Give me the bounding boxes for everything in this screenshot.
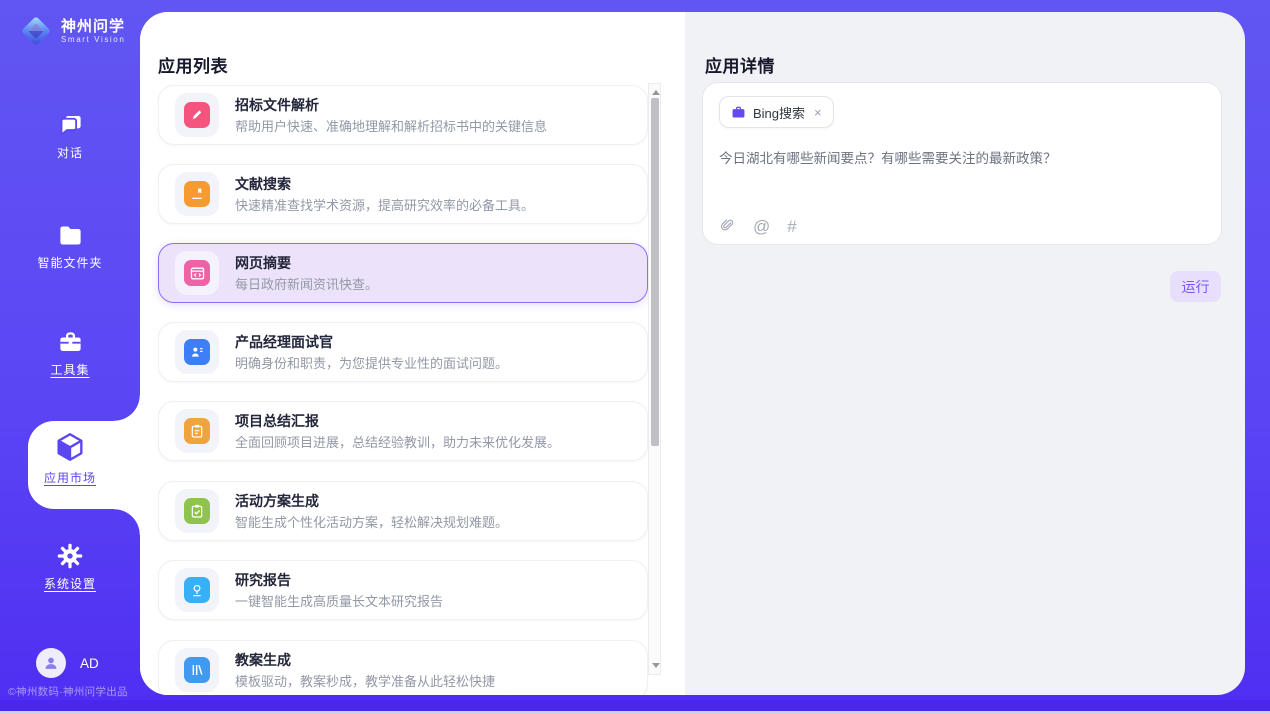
user-name: AD — [80, 656, 99, 671]
diamond-logo-icon — [18, 13, 54, 49]
sidebar-item-label: 智能文件夹 — [37, 256, 102, 270]
brand-name: 神州问学 — [61, 18, 125, 35]
list-item-bid-analysis[interactable]: 招标文件解析 帮助用户快速、准确地理解和解析招标书中的关键信息 — [158, 85, 648, 145]
attachment-toolbar: @ # — [719, 217, 797, 235]
app-title: 教案生成 — [235, 650, 291, 670]
person-icon — [41, 653, 61, 673]
app-list-panel: 应用列表 招标文件解析 帮助用户快速、准确地理解和解析招标书中的关键信息 — [140, 12, 685, 695]
app-icon-box — [175, 172, 219, 216]
question-text: 今日湖北有哪些新闻要点？有哪些需要关注的最新政策？ — [719, 149, 1199, 168]
sidebar-item-smart-folder[interactable]: 智能文件夹 — [0, 222, 140, 272]
chat-icon — [57, 112, 84, 139]
sidebar-item-label: 应用市场 — [44, 471, 96, 485]
app-frame: 神州问学 Smart Vision 对话 智能文件夹 工具 — [0, 0, 1270, 714]
sidebar: 神州问学 Smart Vision 对话 智能文件夹 工具 — [0, 0, 140, 714]
sidebar-item-label: 对话 — [57, 146, 83, 160]
app-desc: 模板驱动，教案秒成，教学准备从此轻松快捷 — [235, 671, 495, 690]
close-icon[interactable]: × — [814, 105, 822, 120]
edit-document-icon — [184, 102, 210, 128]
app-title: 活动方案生成 — [235, 491, 319, 511]
sidebar-item-label: 系统设置 — [44, 577, 96, 591]
user-account[interactable]: AD — [36, 648, 99, 678]
list-item-lesson-plan[interactable]: 教案生成 模板驱动，教案秒成，教学准备从此轻松快捷 — [158, 640, 648, 695]
tool-tag-bing-search[interactable]: Bing搜索 × — [719, 96, 834, 128]
scroll-up-arrow[interactable] — [652, 90, 660, 95]
clipboard-icon — [184, 418, 210, 444]
app-icon-box — [175, 251, 219, 295]
app-desc: 一键智能生成高质量长文本研究报告 — [235, 591, 443, 610]
copyright-text: ©神州数码·神州问学出品 — [8, 684, 140, 699]
app-title: 文献搜索 — [235, 174, 291, 194]
list-item-pm-interviewer[interactable]: 产品经理面试官 明确身份和职责，为您提供专业性的面试问题。 — [158, 322, 648, 382]
app-desc: 快速精准查找学术资源，提高研究效率的必备工具。 — [235, 195, 534, 214]
folder-icon — [57, 222, 84, 249]
interviewer-icon — [184, 339, 210, 365]
app-desc: 智能生成个性化活动方案，轻松解决规划难题。 — [235, 512, 508, 531]
run-button[interactable]: 运行 — [1170, 271, 1221, 302]
app-input-card: Bing搜索 × 今日湖北有哪些新闻要点？有哪些需要关注的最新政策？ @ # — [702, 82, 1222, 245]
app-icon-box — [175, 648, 219, 692]
list-scrollbar[interactable] — [648, 83, 661, 675]
scrollbar-thumb[interactable] — [651, 98, 659, 446]
app-desc: 明确身份和职责，为您提供专业性的面试问题。 — [235, 353, 508, 372]
app-list-title: 应用列表 — [158, 52, 228, 77]
app-icon-box — [175, 409, 219, 453]
sidebar-item-toolset[interactable]: 工具集 — [0, 329, 140, 379]
paperclip-icon[interactable] — [719, 217, 736, 235]
briefcase-icon — [57, 329, 84, 356]
browser-code-icon — [184, 260, 210, 286]
app-icon-box — [175, 93, 219, 137]
cube-icon — [53, 430, 87, 464]
app-desc: 全面回顾项目进展，总结经验教训，助力未来优化发展。 — [235, 432, 560, 451]
gear-icon — [56, 542, 84, 570]
app-detail-panel: 应用详情 Bing搜索 × 今日湖北有哪些新闻要点？有哪些需要关注的最新政策？ … — [685, 12, 1245, 695]
app-title: 产品经理面试官 — [235, 332, 333, 352]
brand-logo: 神州问学 Smart Vision — [18, 13, 125, 49]
content-area: 应用列表 招标文件解析 帮助用户快速、准确地理解和解析招标书中的关键信息 — [140, 12, 1245, 695]
list-item-event-plan[interactable]: 活动方案生成 智能生成个性化活动方案，轻松解决规划难题。 — [158, 481, 648, 541]
briefcase-icon — [731, 105, 746, 120]
brand-subtitle: Smart Vision — [61, 35, 125, 45]
app-title: 研究报告 — [235, 570, 291, 590]
app-title: 网页摘要 — [235, 253, 291, 273]
avatar — [36, 648, 66, 678]
list-item-web-summary[interactable]: 网页摘要 每日政府新闻资讯快查。 — [158, 243, 648, 303]
clipboard-check-icon — [184, 498, 210, 524]
app-desc: 帮助用户快速、准确地理解和解析招标书中的关键信息 — [235, 116, 547, 135]
hash-icon[interactable]: # — [787, 218, 796, 235]
app-icon-box — [175, 568, 219, 612]
list-item-research-report[interactable]: 研究报告 一键智能生成高质量长文本研究报告 — [158, 560, 648, 620]
app-title: 招标文件解析 — [235, 95, 319, 115]
sidebar-item-app-market[interactable]: 应用市场 — [0, 430, 140, 487]
at-icon[interactable]: @ — [753, 218, 770, 235]
scroll-down-arrow[interactable] — [652, 663, 660, 668]
tool-tag-label: Bing搜索 — [753, 103, 805, 122]
book-icon — [184, 181, 210, 207]
sidebar-item-settings[interactable]: 系统设置 — [0, 542, 140, 593]
bottom-band — [0, 700, 1270, 711]
sidebar-item-chat[interactable]: 对话 — [0, 112, 140, 162]
list-item-literature-search[interactable]: 文献搜索 快速精准查找学术资源，提高研究效率的必备工具。 — [158, 164, 648, 224]
app-detail-title: 应用详情 — [705, 52, 775, 77]
app-icon-box — [175, 489, 219, 533]
app-title: 项目总结汇报 — [235, 411, 319, 431]
books-icon — [184, 657, 210, 683]
list-item-project-summary[interactable]: 项目总结汇报 全面回顾项目进展，总结经验教训，助力未来优化发展。 — [158, 401, 648, 461]
sidebar-item-label: 工具集 — [50, 363, 89, 377]
app-icon-box — [175, 330, 219, 374]
app-desc: 每日政府新闻资讯快查。 — [235, 274, 378, 293]
microscope-icon — [184, 577, 210, 603]
